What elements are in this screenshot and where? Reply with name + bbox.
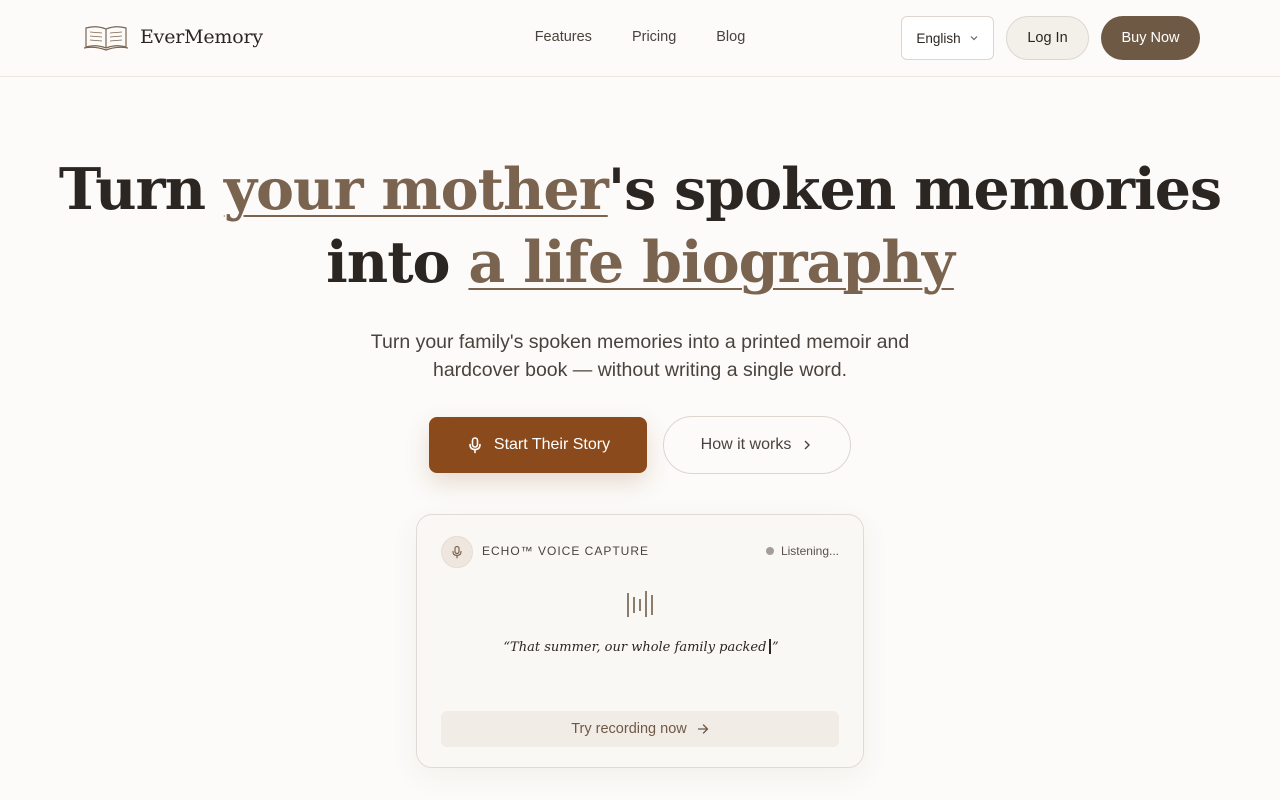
audio-waveform-icon — [627, 591, 653, 617]
language-select[interactable]: English — [901, 16, 994, 60]
try-recording-label: Try recording now — [571, 721, 687, 737]
hero-title-text: Turn — [58, 156, 224, 223]
chevron-down-icon — [970, 36, 978, 41]
status-dot — [765, 547, 774, 555]
hero-title-highlight-biography: a life biography — [468, 229, 954, 296]
start-their-story-label: Start Their Story — [493, 436, 611, 453]
hero-title-text: 's spoken memories — [607, 156, 1222, 223]
try-recording-button[interactable]: Try recording now — [441, 711, 839, 747]
site-header: EverMemory Features Pricing Blog English… — [0, 0, 1280, 77]
arrow-right-icon — [697, 724, 709, 734]
how-it-works-label: How it works — [700, 436, 792, 453]
nav-link-blog[interactable]: Blog — [716, 29, 745, 45]
listening-status: Listening... — [765, 544, 839, 558]
how-it-works-button[interactable]: How it works — [663, 416, 851, 474]
brand-logo[interactable]: EverMemory — [82, 22, 263, 52]
listening-status-text: Listening... — [780, 544, 839, 558]
hero-title-text: into — [326, 229, 469, 296]
nav-link-pricing[interactable]: Pricing — [632, 29, 676, 45]
transcript-quote: “That summer, our whole family packed ” — [417, 639, 865, 655]
nav-link-features[interactable]: Features — [535, 29, 592, 45]
microphone-icon — [469, 437, 481, 454]
typing-cursor — [769, 639, 771, 654]
echo-voice-capture-card: ECHO™ VOICE CAPTURE Listening... “That s… — [416, 514, 864, 768]
microphone-icon — [452, 545, 462, 559]
buy-now-button[interactable]: Buy Now — [1101, 16, 1200, 60]
hero-subtitle-line: Turn your family's spoken memories into … — [370, 331, 910, 353]
echo-card-label: ECHO™ VOICE CAPTURE — [482, 544, 650, 558]
chevron-right-icon — [804, 440, 811, 450]
transcript-text: “That summer, our whole family packed — [503, 640, 767, 655]
card-mic-badge — [441, 536, 473, 568]
language-label: English — [916, 30, 961, 46]
brand-name: EverMemory — [140, 26, 263, 48]
hero-subtitle-line: hardcover book — without writing a singl… — [432, 359, 848, 381]
start-their-story-button[interactable]: Start Their Story — [429, 417, 647, 473]
hero-title-highlight-mother: your mother — [223, 156, 609, 223]
transcript-close-quote: ” — [771, 640, 779, 655]
hero-title: Turn your mother's spoken memories into … — [0, 153, 1280, 299]
login-button[interactable]: Log In — [1006, 16, 1089, 60]
open-book-icon — [83, 26, 129, 51]
hero-subtitle: Turn your family's spoken memories into … — [0, 328, 1280, 384]
